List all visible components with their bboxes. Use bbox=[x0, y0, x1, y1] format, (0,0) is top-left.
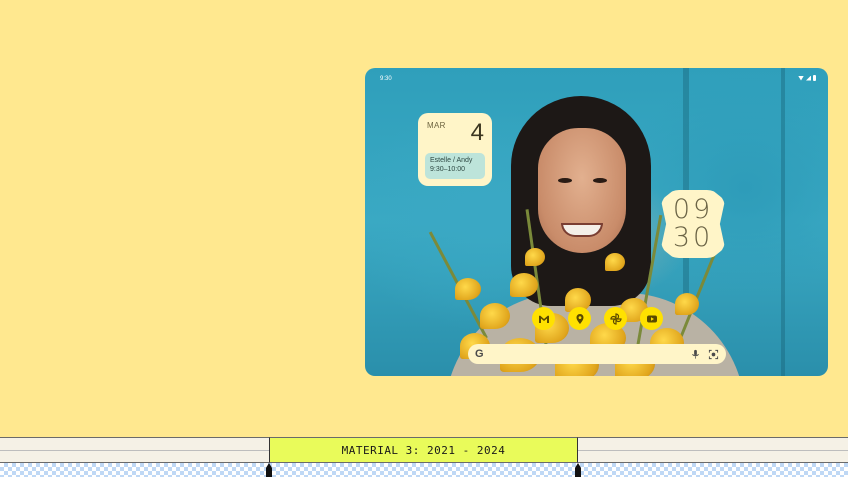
wallpaper-eye bbox=[558, 178, 572, 183]
clock-minutes: 30 bbox=[672, 222, 714, 253]
status-time: 9:30 bbox=[380, 76, 392, 82]
battery-icon bbox=[813, 75, 816, 81]
signal-icon bbox=[806, 75, 811, 81]
clock-hours: 09 bbox=[672, 194, 714, 225]
wifi-icon bbox=[798, 75, 804, 81]
status-icons bbox=[798, 75, 816, 81]
mic-icon[interactable] bbox=[690, 349, 701, 360]
calendar-day: 4 bbox=[470, 119, 484, 146]
search-bar[interactable]: G bbox=[468, 344, 726, 364]
youtube-icon[interactable] bbox=[640, 307, 663, 330]
google-logo-icon: G bbox=[475, 348, 484, 360]
timeline: MATERIAL 3: 2021 - 2024 bbox=[0, 437, 848, 477]
tablet-home-screen: 9:30 MAR 4 Estelle / Andy 9:30–10:00 09 … bbox=[365, 68, 828, 376]
pinwheel-icon[interactable] bbox=[604, 307, 627, 330]
dock-apps bbox=[532, 307, 663, 330]
lens-icon[interactable] bbox=[708, 349, 719, 360]
calendar-event[interactable]: Estelle / Andy 9:30–10:00 bbox=[425, 153, 485, 179]
timeline-checker-strip bbox=[0, 463, 848, 477]
maps-icon[interactable] bbox=[568, 307, 591, 330]
gmail-icon[interactable] bbox=[532, 307, 555, 330]
calendar-event-time: 9:30–10:00 bbox=[430, 166, 466, 173]
calendar-month: MAR bbox=[427, 121, 446, 130]
calendar-widget[interactable]: MAR 4 Estelle / Andy 9:30–10:00 bbox=[418, 113, 492, 186]
wallpaper-eye bbox=[593, 178, 607, 183]
clock-widget[interactable]: 09 30 bbox=[661, 190, 725, 258]
era-label: MATERIAL 3: 2021 - 2024 bbox=[269, 437, 578, 463]
calendar-event-title: Estelle / Andy bbox=[430, 157, 473, 164]
